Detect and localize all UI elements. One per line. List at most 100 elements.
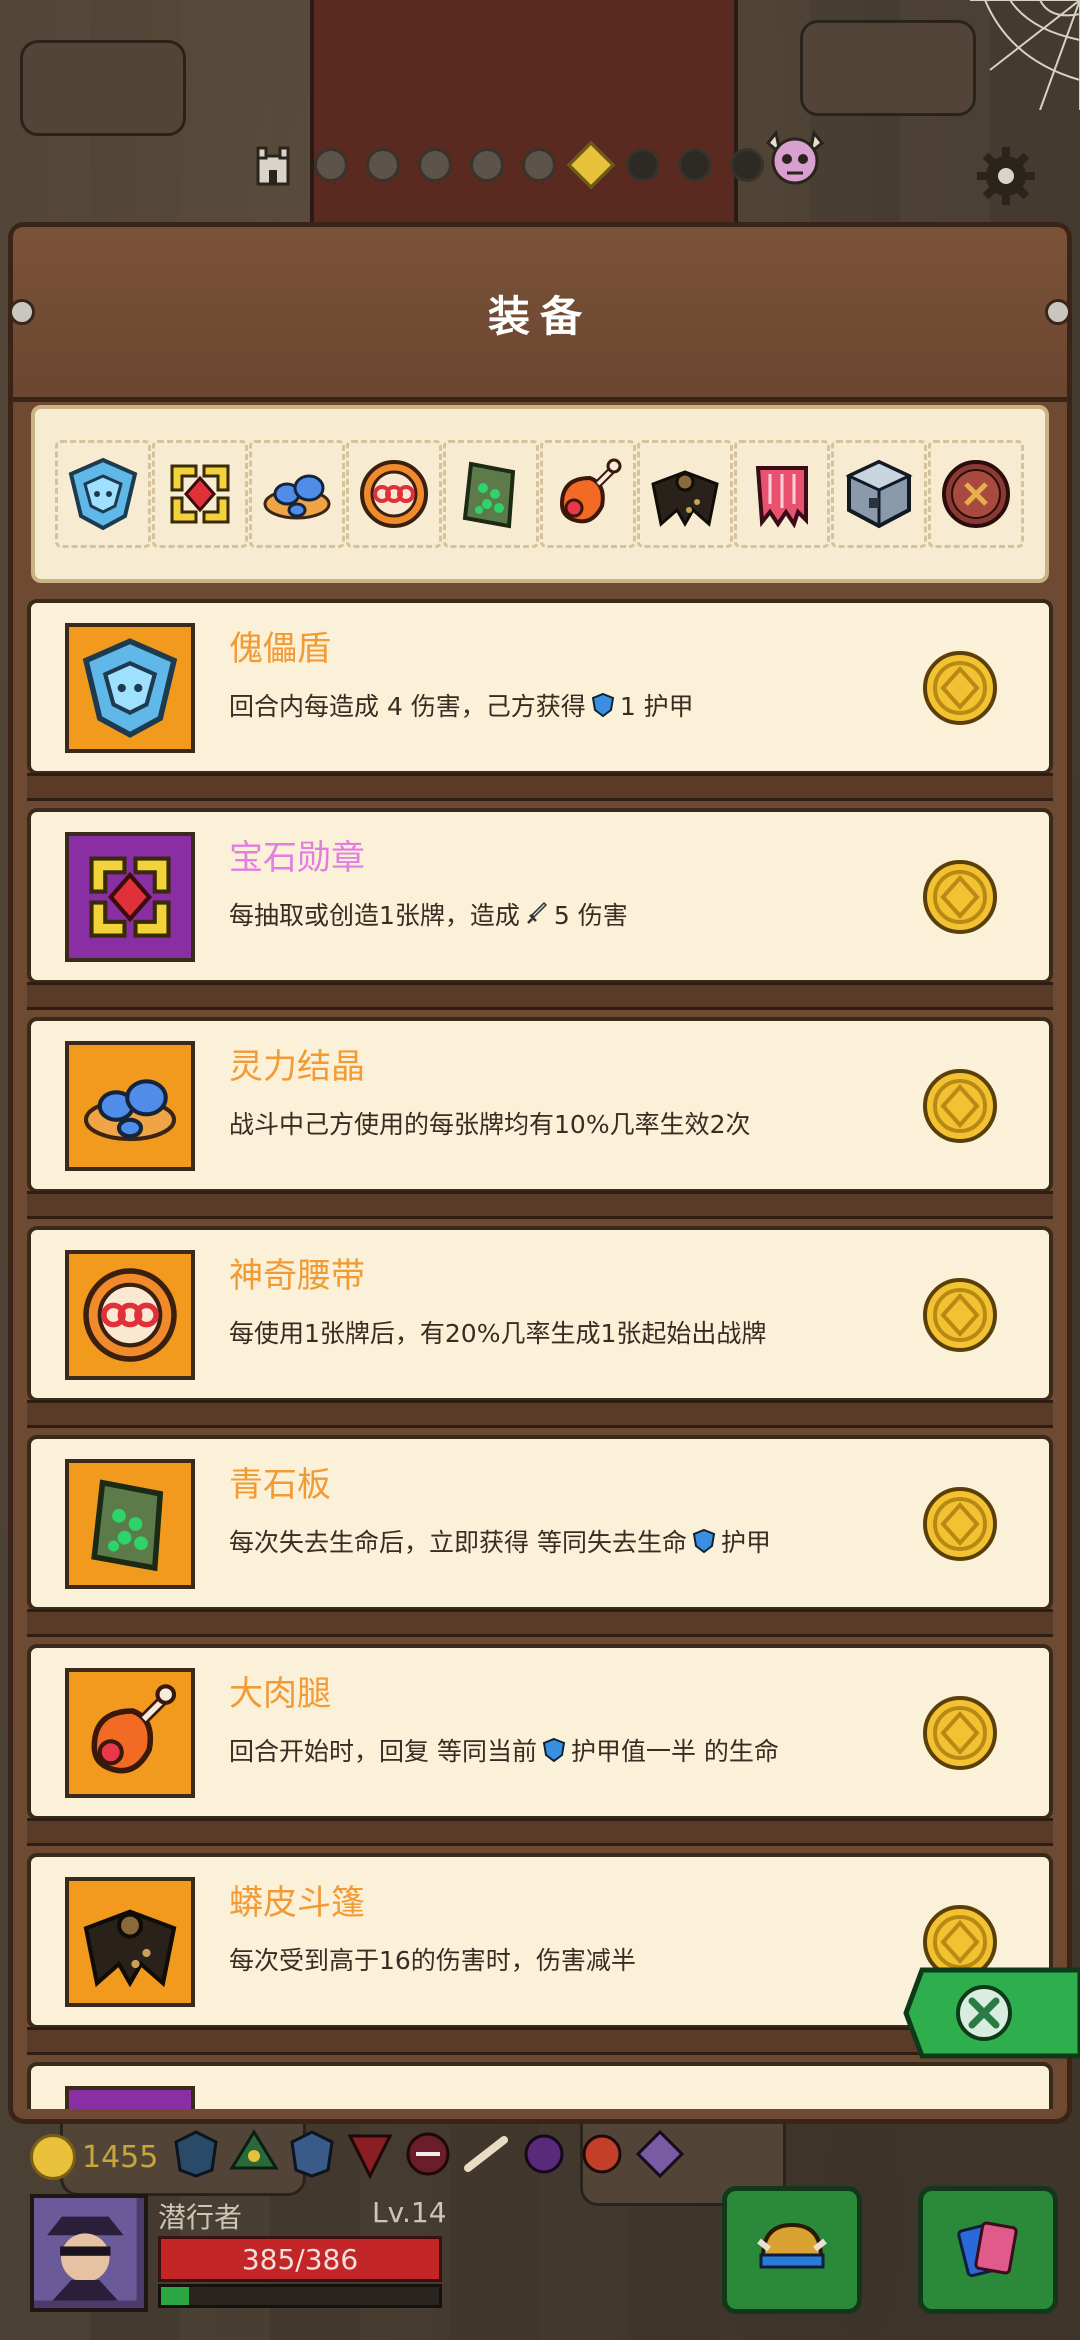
gem-medal-icon (89, 856, 171, 938)
item-name: 蟒皮斗篷 (229, 1883, 365, 1923)
equip-slot[interactable] (346, 440, 442, 548)
relic-icon[interactable] (460, 2128, 512, 2180)
spirit-crystal-icon (83, 1079, 177, 1142)
item-icon-frame (65, 1877, 195, 2007)
cobweb-icon (970, 0, 1080, 110)
item-description: 每次受到高于16的伤害时，伤害减半 (229, 1941, 636, 1977)
desc-text: 每次失去生命后，立即获得 等同失去生命 (229, 1528, 687, 1557)
puppet-shield-icon (82, 638, 178, 738)
equip-slot[interactable] (152, 440, 248, 548)
spirit-crystal-icon (263, 474, 331, 520)
map-node-dot (418, 148, 452, 182)
red-wall (310, 0, 738, 240)
player-level: Lv.14 (372, 2196, 447, 2229)
equip-slot[interactable] (831, 440, 927, 548)
green-slab-icon (462, 461, 516, 529)
big-drumstick-icon (91, 1684, 177, 1774)
magic-belt-icon (360, 460, 428, 528)
map-node-dot (522, 148, 556, 182)
red-cloth-icon (755, 466, 808, 529)
castle-icon[interactable] (250, 142, 296, 188)
map-node-dot (626, 148, 660, 182)
equipment-menu-button[interactable] (722, 2186, 862, 2314)
equipment-card[interactable]: 灵力结晶 战斗中己方使用的每张牌均有10%几率生效2次 (27, 1017, 1053, 1219)
equipment-card[interactable]: 傀儡盾 回合内每造成 4 伤害，己方获得 1 护甲 (27, 599, 1053, 801)
item-name: 灵力结晶 (229, 1047, 365, 1087)
desc-text: 战斗中己方使用的每张牌均有10%几率生效2次 (229, 1110, 751, 1139)
equipment-card[interactable]: 神奇腰带 每使用1张牌后，有20%几率生成1张起始出战牌 (27, 1226, 1053, 1428)
item-description: 每抽取或创造1张牌，造成 5 伤害 (229, 896, 628, 932)
magic-belt-icon (83, 1268, 177, 1362)
equip-slot[interactable] (443, 440, 539, 548)
map-progress-nav (250, 140, 764, 190)
gold-coin-icon (30, 2134, 76, 2180)
equip-slot[interactable] (637, 440, 733, 548)
item-icon-frame (65, 1668, 195, 1798)
panel-title: 装备 (487, 292, 592, 341)
item-description: 回合内每造成 4 伤害，己方获得 1 护甲 (229, 687, 694, 723)
sell-coin-icon[interactable] (921, 1485, 999, 1563)
player-avatar[interactable] (30, 2194, 148, 2312)
equipment-list[interactable]: 傀儡盾 回合内每造成 4 伤害，己方获得 1 护甲 宝石勋章 每抽取或创造1张牌… (27, 599, 1053, 2109)
metal-cube-icon (845, 459, 913, 529)
bottom-hud: 1455 潜行者 Lv.14 385/386 (0, 2124, 1080, 2340)
gold-amount: 1455 (82, 2139, 159, 2175)
relic-icon[interactable] (228, 2128, 280, 2180)
cards-icon (957, 2221, 1018, 2278)
current-node-diamond-icon (566, 140, 616, 190)
item-icon-frame (65, 1041, 195, 1171)
gold-display: 1455 (30, 2134, 158, 2180)
equipment-panel: 装备 傀儡盾 回合内每造成 4 伤害，己方获得 1 护甲 宝石勋章 每抽取或创造… (8, 222, 1072, 2124)
equipment-card[interactable]: 蟒皮斗篷 每次受到高于16的伤害时，伤害减半 (27, 1853, 1053, 2055)
close-button[interactable] (902, 1960, 1080, 2066)
relic-icon[interactable] (634, 2128, 686, 2180)
map-node-dot (678, 148, 712, 182)
relic-row (170, 2128, 686, 2180)
sell-coin-icon[interactable] (921, 1067, 999, 1145)
equip-slot[interactable] (734, 440, 830, 548)
desc-text: 回合内每造成 4 伤害，己方获得 (229, 692, 586, 721)
equipment-card[interactable]: 大肉腿 回合开始时，回复 等同当前 护甲值一半 的生命 (27, 1644, 1053, 1846)
puppet-shield-icon (68, 457, 138, 531)
map-node-dot (314, 148, 348, 182)
equip-slot[interactable] (540, 440, 636, 548)
desc-text: 5 伤害 (553, 901, 628, 930)
equip-slot[interactable] (55, 440, 151, 548)
relic-icon[interactable] (170, 2128, 222, 2180)
item-name: 神奇腰带 (229, 1256, 365, 1296)
big-drumstick-icon (559, 458, 622, 524)
sell-coin-icon[interactable] (921, 649, 999, 727)
relic-icon[interactable] (344, 2128, 396, 2180)
desc-text: 1 护甲 (619, 692, 694, 721)
desc-text: 回合开始时，回复 等同当前 (229, 1737, 537, 1766)
button-icon (942, 460, 1010, 528)
desc-text: 每次受到高于16的伤害时，伤害减半 (229, 1946, 636, 1975)
equipment-card[interactable]: 青石板 每次失去生命后，立即获得 等同失去生命 护甲 (27, 1435, 1053, 1637)
item-description: 回合开始时，回复 等同当前 护甲值一半 的生命 (229, 1732, 779, 1768)
equipped-items-bar (31, 405, 1049, 583)
relic-icon[interactable] (576, 2128, 628, 2180)
sell-coin-icon[interactable] (921, 858, 999, 936)
item-icon-frame (65, 2086, 195, 2109)
equipment-card[interactable]: 宝石勋章 每抽取或创造1张牌，造成 5 伤害 (27, 808, 1053, 1010)
sell-coin-icon[interactable] (921, 1276, 999, 1354)
equipment-card[interactable] (27, 2062, 1053, 2109)
relic-icon[interactable] (518, 2128, 570, 2180)
sell-coin-icon[interactable] (921, 1694, 999, 1772)
settings-gear-icon[interactable] (975, 145, 1037, 207)
sword-icon (527, 901, 547, 924)
stone (800, 20, 976, 116)
item-name: 大肉腿 (229, 1674, 331, 1714)
item-icon-frame (65, 1250, 195, 1380)
equip-slot[interactable] (249, 440, 345, 548)
player-name: 潜行者 (158, 2201, 243, 2234)
card-deck-button[interactable] (918, 2186, 1058, 2314)
red-cloth-icon (75, 2096, 185, 2109)
desc-text: 护甲值一半 的生命 (570, 1737, 779, 1766)
relic-icon[interactable] (402, 2128, 454, 2180)
map-node-dot (366, 148, 400, 182)
desc-text: 护甲 (720, 1528, 771, 1557)
map-node-dot (470, 148, 504, 182)
equip-slot[interactable] (928, 440, 1024, 548)
relic-icon[interactable] (286, 2128, 338, 2180)
